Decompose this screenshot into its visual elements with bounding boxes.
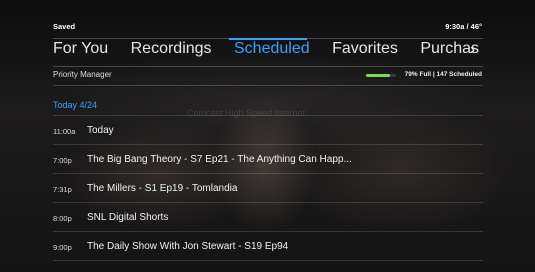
chevron-right-icon[interactable]: › [470,41,475,58]
storage-status: 79% Full | 147 Scheduled [404,71,482,78]
item-title: The Daily Show With Jon Stewart - S19 Ep… [87,241,289,252]
tab-bar: For You Recordings Scheduled Favorites P… [53,40,483,66]
subheader-divider [53,66,483,67]
item-time: 8:00p [53,214,72,223]
list-item[interactable]: 9:00p The Daily Show With Jon Stewart - … [53,232,483,261]
tab-favorites[interactable]: Favorites [332,40,398,62]
tab-scheduled[interactable]: Scheduled [234,40,310,62]
list-item[interactable]: 8:00p SNL Digital Shorts [53,203,483,232]
item-title: The Millers - S1 Ep19 - Tomlandia [87,183,238,194]
time-weather: 9:30a / 46° [445,22,482,31]
list-item[interactable]: 7:00p The Big Bang Theory - S7 Ep21 - Th… [53,145,483,174]
tab-for-you[interactable]: For You [53,40,108,62]
list-item[interactable]: 7:31p The Millers - S1 Ep19 - Tomlandia [53,174,483,203]
item-title: The Big Bang Theory - S7 Ep21 - The Anyt… [87,154,352,165]
item-title: SNL Digital Shorts [87,212,169,223]
item-time: 9:00p [53,243,72,252]
tab-recordings[interactable]: Recordings [131,40,212,62]
storage-progress-bar [366,74,396,77]
priority-manager-link[interactable]: Priority Manager [53,70,112,79]
scheduled-list: 11:00a Today 7:00p The Big Bang Theory -… [53,116,483,261]
status-bar: Saved 9:30a / 46° [0,0,535,36]
item-title: Today [87,125,114,136]
saved-label: Saved [53,22,76,31]
item-time: 7:00p [53,156,72,165]
date-header: Today 4/24 [53,100,98,110]
header-divider [53,85,483,86]
item-time: 7:31p [53,185,72,194]
storage-progress-fill [366,74,390,77]
item-time: 11:00a [53,127,76,136]
list-item[interactable]: 11:00a Today [53,116,483,145]
